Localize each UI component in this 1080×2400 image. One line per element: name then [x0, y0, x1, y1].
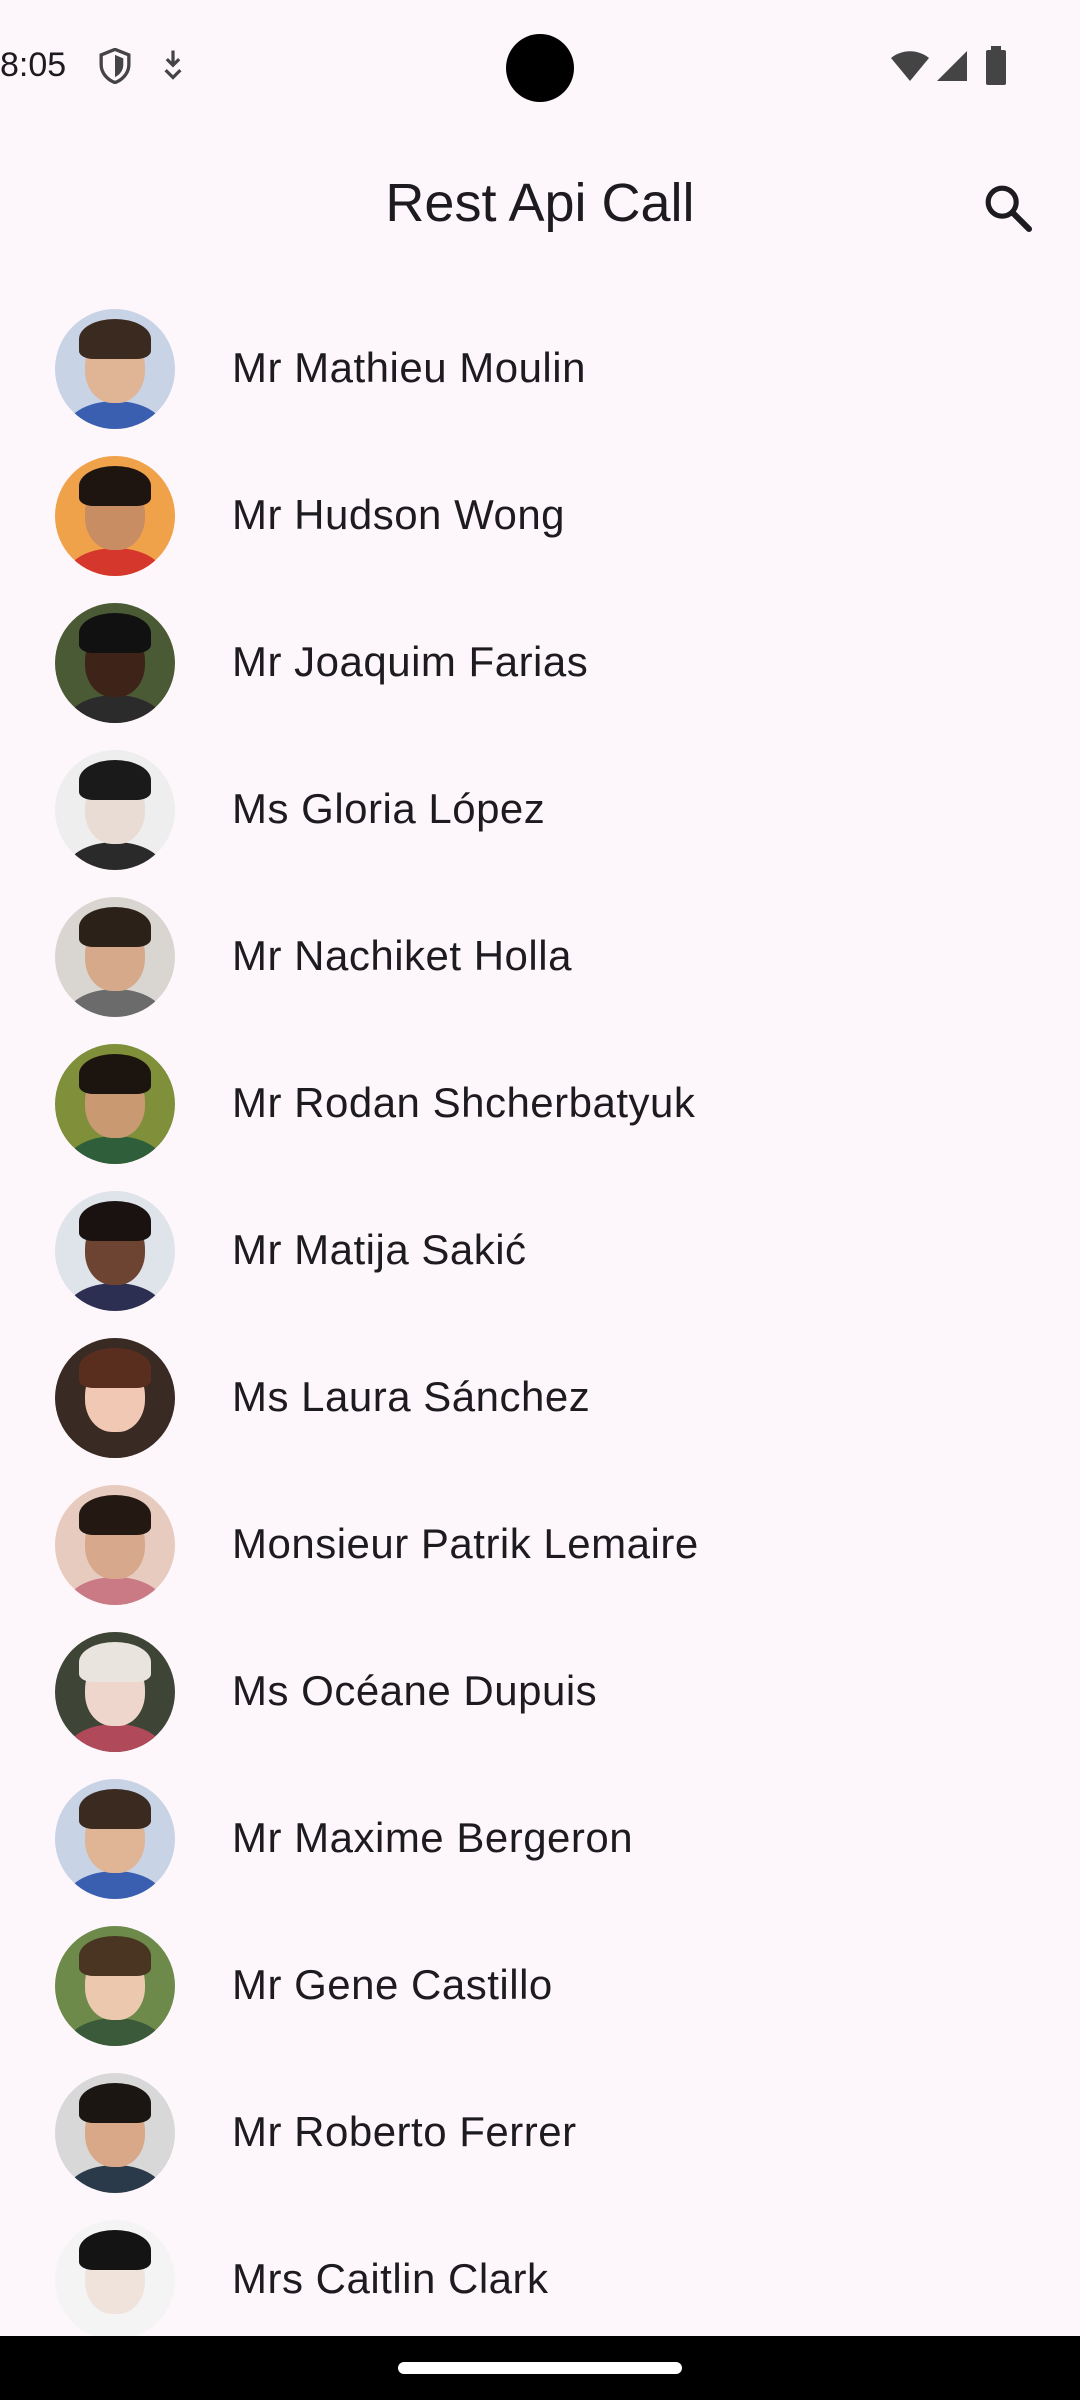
- user-name: Mrs Caitlin Clark: [232, 2255, 549, 2302]
- user-name: Ms Laura Sánchez: [232, 1373, 591, 1420]
- user-name: Mr Gene Castillo: [232, 1961, 553, 2008]
- shield-icon: [98, 47, 132, 89]
- avatar: [55, 309, 175, 429]
- list-item[interactable]: Mr Roberto Ferrer: [0, 2058, 1080, 2205]
- list-item[interactable]: Mr Gene Castillo: [0, 1911, 1080, 2058]
- avatar: [55, 897, 175, 1017]
- avatar: [55, 750, 175, 870]
- list-item[interactable]: Mr Joaquim Farias: [0, 588, 1080, 735]
- user-name: Ms Océane Dupuis: [232, 1667, 598, 1714]
- list-item[interactable]: Ms Laura Sánchez: [0, 1323, 1080, 1470]
- list-item[interactable]: Mr Mathieu Moulin: [0, 294, 1080, 441]
- list-item[interactable]: Mrs Caitlin Clark: [0, 2205, 1080, 2352]
- user-list: Mr Mathieu Moulin Mr Hudson Wong Mr Joaqui…: [0, 294, 1080, 2352]
- search-button[interactable]: [980, 180, 1036, 236]
- user-name: Mr Joaquim Farias: [232, 638, 589, 685]
- list-item[interactable]: Mr Hudson Wong: [0, 441, 1080, 588]
- avatar: [55, 2220, 175, 2340]
- avatar: [55, 456, 175, 576]
- list-item[interactable]: Ms Gloria López: [0, 735, 1080, 882]
- avatar: [55, 1485, 175, 1605]
- user-name: Mr Mathieu Moulin: [232, 344, 586, 391]
- avatar: [55, 1779, 175, 1899]
- status-bar: 8:05: [0, 0, 1080, 130]
- user-name: Mr Matija Sakić: [232, 1226, 527, 1273]
- user-name: Mr Maxime Bergeron: [232, 1814, 634, 1861]
- list-item[interactable]: Mr Nachiket Holla: [0, 882, 1080, 1029]
- navigation-bar: [0, 2336, 1080, 2400]
- list-item[interactable]: Ms Océane Dupuis: [0, 1617, 1080, 1764]
- app-bar: Rest Api Call: [0, 150, 1080, 262]
- list-item[interactable]: Mr Maxime Bergeron: [0, 1764, 1080, 1911]
- avatar: [55, 1191, 175, 1311]
- user-name: Monsieur Patrik Lemaire: [232, 1520, 699, 1567]
- list-item[interactable]: Monsieur Patrik Lemaire: [0, 1470, 1080, 1617]
- user-name: Mr Rodan Shcherbatyuk: [232, 1079, 696, 1126]
- list-item[interactable]: Mr Matija Sakić: [0, 1176, 1080, 1323]
- camera-cutout: [506, 34, 574, 102]
- list-item[interactable]: Mr Rodan Shcherbatyuk: [0, 1029, 1080, 1176]
- avatar: [55, 1338, 175, 1458]
- avatar: [55, 1926, 175, 2046]
- status-time: 8:05: [0, 46, 67, 84]
- screen: 8:05 Rest Api Call Mr Mathieu Moulin Mr …: [0, 0, 1080, 2400]
- avatar: [55, 1632, 175, 1752]
- download-icon: [160, 48, 186, 85]
- user-name: Mr Nachiket Holla: [232, 932, 572, 979]
- search-icon: [980, 185, 1036, 240]
- wifi-icon: [890, 50, 930, 87]
- user-name: Ms Gloria López: [232, 785, 546, 832]
- page-title: Rest Api Call: [385, 173, 695, 233]
- battery-icon: [984, 46, 1008, 91]
- user-name: Mr Hudson Wong: [232, 491, 566, 538]
- avatar: [55, 1044, 175, 1164]
- avatar: [55, 603, 175, 723]
- home-gesture-handle[interactable]: [398, 2362, 682, 2374]
- user-name: Mr Roberto Ferrer: [232, 2108, 577, 2155]
- signal-icon: [936, 50, 968, 87]
- avatar: [55, 2073, 175, 2193]
